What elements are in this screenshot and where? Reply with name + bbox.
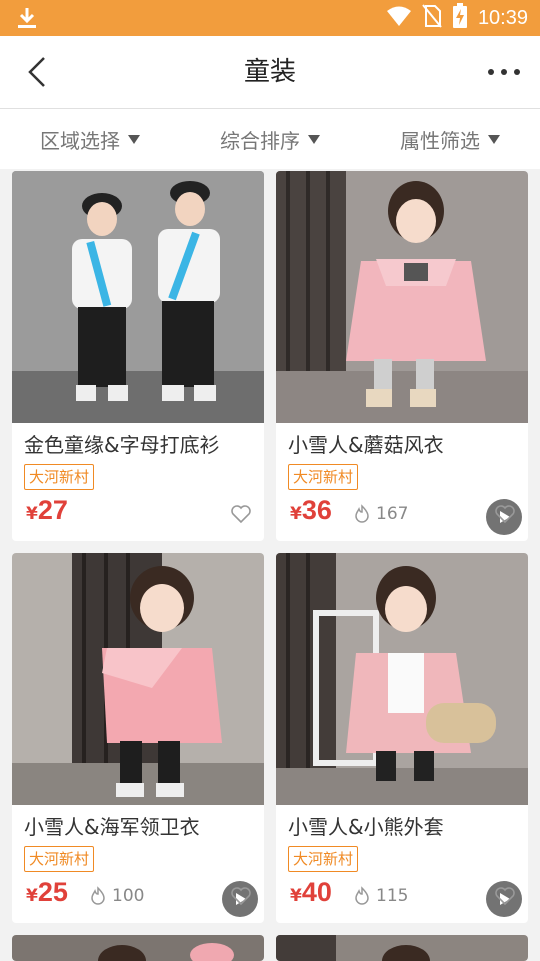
page-title: 童装 [243,57,296,87]
popularity-count: 115 [352,886,408,906]
product-image [12,935,264,961]
product-image [276,171,528,423]
price-value: 27 [37,495,68,525]
heart-icon [231,505,251,524]
caret-down-icon [128,134,140,144]
popularity-count: 167 [352,504,408,524]
more-dots-icon [488,69,520,75]
popularity-value: 115 [376,886,409,906]
battery-charging-icon [452,3,468,33]
currency-symbol: ¥ [290,886,302,906]
filter-region-label: 区域选择 [40,128,120,153]
caret-down-icon [308,134,320,144]
product-image [12,553,264,805]
product-price: ¥40 [290,877,332,908]
location-tag: 大河新村 [288,846,359,872]
caret-down-icon [488,134,500,144]
product-name: 小雪人&海军领卫衣 [24,815,200,839]
flame-icon [355,504,369,523]
product-image [276,935,528,961]
currency-symbol: ¥ [26,886,38,906]
filter-sort[interactable]: 综合排序 [180,125,360,154]
product-name: 小雪人&蘑菇风衣 [288,433,444,457]
product-card[interactable]: 小雪人&蘑菇风衣 大河新村 ¥36 167 [276,171,528,541]
product-name: 金色童缘&字母打底衫 [24,433,220,457]
popularity-value: 167 [376,504,409,524]
price-value: 36 [301,495,332,525]
price-value: 25 [37,877,68,907]
favorite-button[interactable] [230,503,252,525]
status-time: 10:39 [477,6,528,29]
flame-icon [91,886,105,905]
product-card[interactable]: 小雪人&海军领卫衣 大河新村 ¥25 100 [12,553,264,923]
filter-bar: 区域选择 综合排序 属性筛选 [0,109,540,169]
favorite-button[interactable] [230,885,252,907]
product-price: ¥36 [290,495,332,526]
product-card[interactable] [276,935,528,961]
heart-icon [495,505,515,524]
heart-icon [495,887,515,906]
currency-symbol: ¥ [26,504,38,524]
location-tag: 大河新村 [24,464,95,490]
product-price: ¥27 [26,495,68,526]
no-sim-icon [422,4,442,32]
product-image [276,553,528,805]
favorite-button[interactable] [494,885,516,907]
download-icon [16,6,38,34]
wifi-icon [386,5,412,31]
product-card[interactable]: 小雪人&小熊外套 大河新村 ¥40 115 [276,553,528,923]
filter-attributes-label: 属性筛选 [400,128,480,153]
status-bar: 10:39 [0,0,540,36]
product-card[interactable]: 金色童缘&字母打底衫 大河新村 ¥27 [12,171,264,541]
filter-region[interactable]: 区域选择 [0,125,180,154]
filter-sort-label: 综合排序 [220,128,300,153]
product-price: ¥25 [26,877,68,908]
product-card[interactable] [12,935,264,961]
popularity-count: 100 [88,886,144,906]
title-bar: 童装 [0,36,540,109]
more-button[interactable] [486,58,522,86]
product-name: 小雪人&小熊外套 [288,815,444,839]
location-tag: 大河新村 [24,846,95,872]
heart-icon [231,887,251,906]
price-value: 40 [301,877,332,907]
flame-icon [355,886,369,905]
popularity-value: 100 [112,886,145,906]
filter-attributes[interactable]: 属性筛选 [360,125,540,154]
currency-symbol: ¥ [290,504,302,524]
favorite-button[interactable] [494,503,516,525]
location-tag: 大河新村 [288,464,359,490]
product-image [12,171,264,423]
